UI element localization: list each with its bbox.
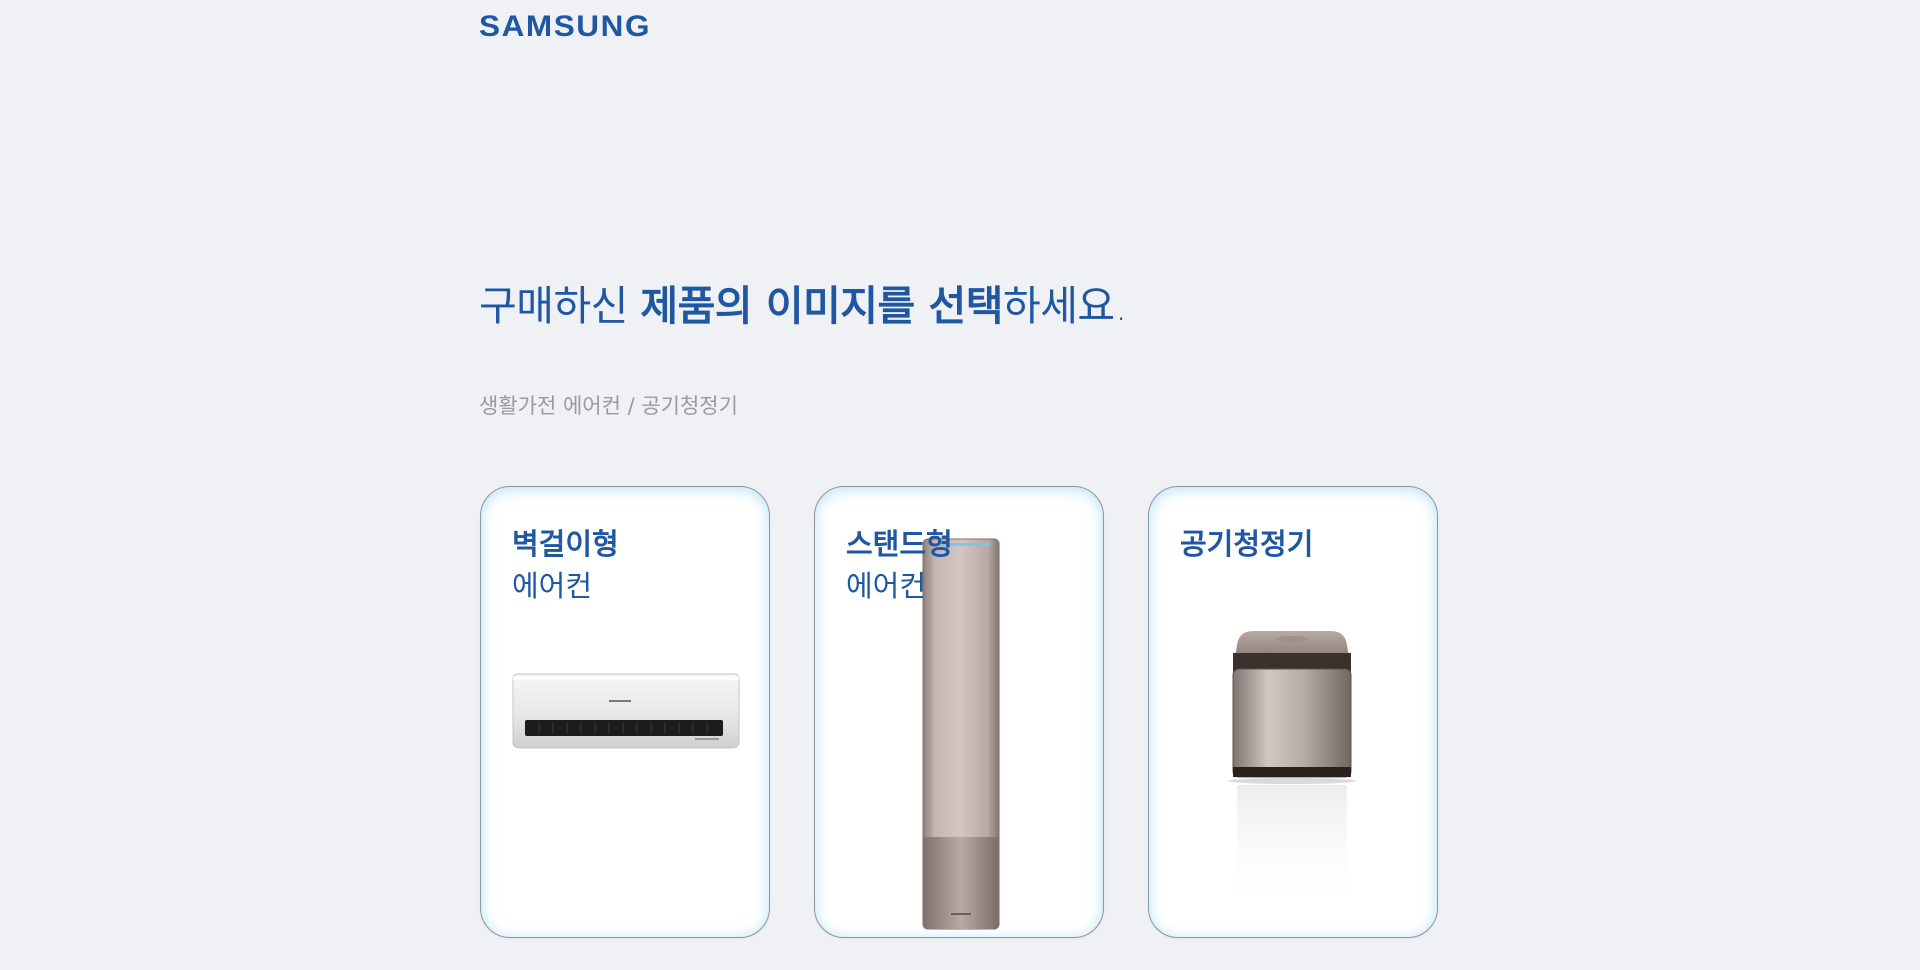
page: SAMSUNG 구매하신 제품의 이미지를 선택하세요. 생활가전 에어컨 / … <box>0 0 1920 970</box>
product-card-wall-mounted[interactable]: 벽걸이형 에어컨 <box>480 486 770 938</box>
samsung-logo[interactable]: SAMSUNG <box>479 10 651 44</box>
headline-bold-2: 선택 <box>928 282 1004 330</box>
card-title: 스탠드형 <box>846 527 953 561</box>
card-subtitle: 에어컨 <box>846 569 927 603</box>
page-title: 구매하신 제품의 이미지를 선택하세요. <box>479 272 1128 332</box>
card-title: 공기청정기 <box>1180 527 1314 561</box>
wall-mounted-air-conditioner-image <box>512 673 740 749</box>
product-card-stand[interactable]: 스탠드형 에어컨 <box>814 486 1104 938</box>
card-subtitle: 에어컨 <box>512 569 593 603</box>
air-purifier-image <box>1228 631 1356 913</box>
headline-part-2: 를 <box>877 282 929 330</box>
product-card-air-purifier[interactable]: 공기청정기 <box>1148 486 1438 938</box>
headline-bold-1: 제품의 이미지 <box>640 282 878 330</box>
card-title: 벽걸이형 <box>512 527 619 561</box>
headline-part-1: 구매하신 <box>479 282 641 330</box>
stand-air-conditioner-image <box>922 538 1000 930</box>
breadcrumb: 생활가전 에어컨 / 공기청정기 <box>479 394 738 418</box>
headline-part-3: 하세요. <box>1002 282 1128 330</box>
